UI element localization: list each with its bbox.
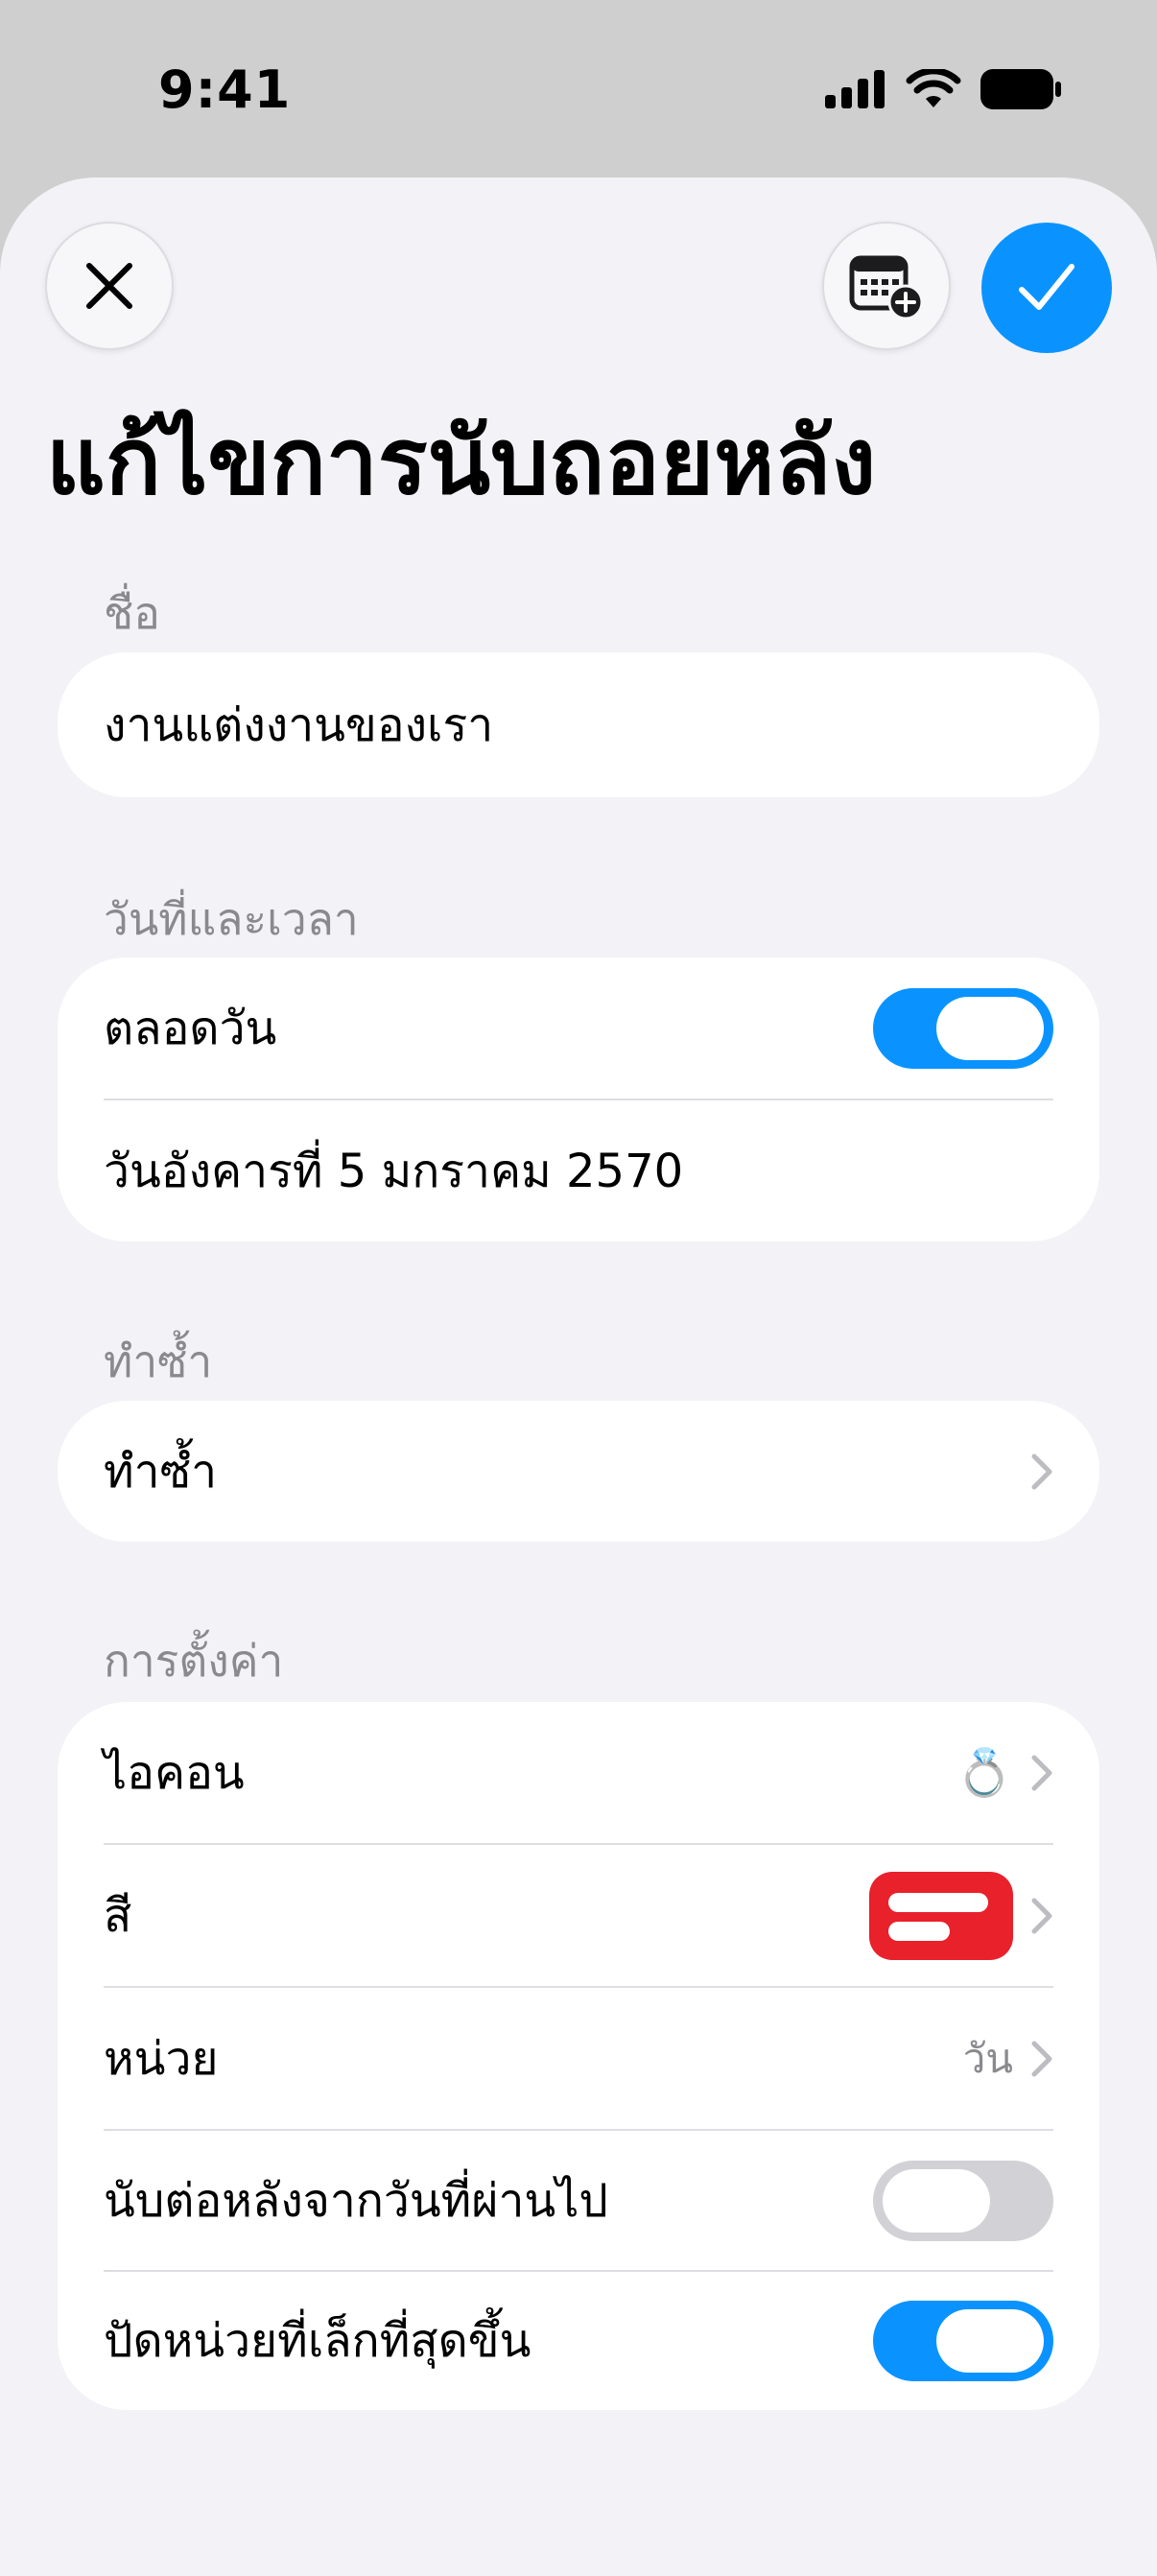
cellular-signal-icon [825,70,885,108]
color-trail [869,1871,1053,1960]
add-to-calendar-button[interactable] [822,222,951,350]
icon-trail: 💍 [956,1745,1053,1800]
status-icons [825,69,1061,109]
all-day-row: ตลอดวัน [104,957,1053,1099]
color-label: สี [104,1888,132,1943]
close-button[interactable] [45,222,174,350]
color-row[interactable]: สี [104,1845,1053,1986]
page-title: แก้ไขการนับถอยหลัง [46,408,877,515]
icon-label: ไอคอน [104,1745,245,1800]
unit-trail: วัน [963,2027,1053,2091]
unit-label: หน่วย [104,2031,219,2086]
name-card: งานแต่งงานของเรา [58,652,1099,797]
repeat-row[interactable]: ทำซ้ำ [104,1401,1053,1542]
datetime-section-label: วันที่และเวลา [104,893,359,945]
name-section-label: ชื่อ [104,587,160,639]
confirm-button[interactable] [981,223,1112,353]
repeat-label: ทำซ้ำ [104,1444,218,1499]
date-row[interactable]: วันอังคารที่ 5 มกราคม 2570 [104,1100,1053,1241]
toggle-knob [936,996,1044,1060]
count-up-label: นับต่อหลังจากวันที่ผ่านไป [104,2173,608,2228]
count-up-toggle[interactable] [873,2160,1053,2241]
status-bar: 9:41 [0,0,1157,182]
datetime-card: ตลอดวัน วันอังคารที่ 5 มกราคม 2570 [58,957,1099,1241]
toggle-knob [883,2168,990,2233]
calendar-add-icon [849,255,924,319]
round-up-label: ปัดหน่วยที่เล็กที่สุดขึ้น [104,2313,531,2368]
wifi-icon [906,69,961,107]
toggle-knob [936,2308,1044,2373]
round-up-toggle[interactable] [873,2300,1053,2381]
repeat-section-label: ทำซ้ำ [104,1335,213,1387]
swatch-bar [888,1892,988,1912]
edit-sheet: แก้ไขการนับถอยหลัง ชื่อ งานแต่งงานของเรา… [0,177,1157,2576]
unit-value: วัน [962,2034,1013,2082]
status-time: 9:41 [158,59,292,120]
round-up-row: ปัดหน่วยที่เล็กที่สุดขึ้น [104,2270,1053,2411]
name-input-value: งานแต่งงานของเรา [104,697,494,752]
name-input[interactable]: งานแต่งงานของเรา [104,654,1053,795]
chevron-right-icon [1031,1755,1052,1790]
all-day-label: ตลอดวัน [104,1001,277,1055]
chevron-right-icon [1031,1898,1052,1933]
repeat-card: ทำซ้ำ [58,1401,1099,1542]
color-swatch [869,1871,1013,1960]
settings-card: ไอคอน 💍 สี หน่วย วัน นับต่อหลังจากวันที่… [58,1702,1099,2410]
repeat-trail [1030,1453,1053,1491]
icon-row[interactable]: ไอคอน 💍 [104,1702,1053,1843]
swatch-bar [888,1921,950,1941]
count-up-row: นับต่อหลังจากวันที่ผ่านไป [104,2130,1053,2271]
battery-icon [980,69,1061,109]
chevron-right-icon [1031,1453,1052,1489]
date-value: วันอังคารที่ 5 มกราคม 2570 [104,1144,684,1198]
close-icon [86,263,132,309]
chevron-right-icon [1031,2041,1052,2076]
checkmark-icon [1019,264,1074,310]
ring-icon: 💍 [956,1746,1013,1800]
unit-row[interactable]: หน่วย วัน [104,1988,1053,2129]
settings-section-label: การตั้งค่า [104,1635,284,1687]
all-day-toggle[interactable] [873,987,1053,1069]
